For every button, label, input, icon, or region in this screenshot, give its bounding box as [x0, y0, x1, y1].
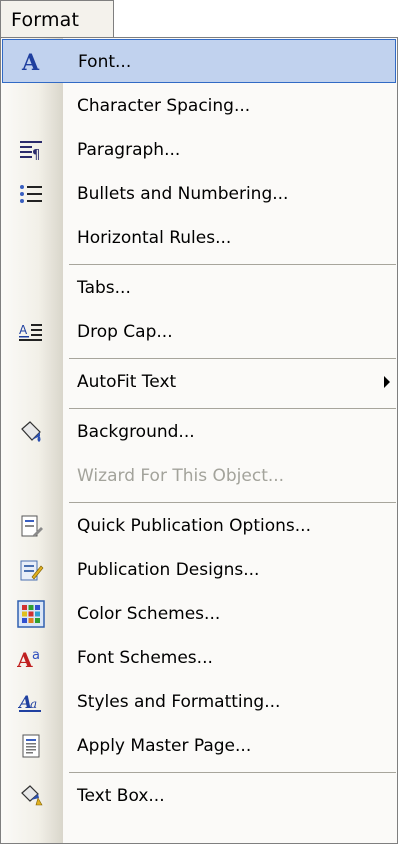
menu-item-label: Publication Designs...: [77, 560, 260, 580]
menu-separator: [69, 264, 396, 265]
menu-item-horizontal-rules[interactable]: Horizontal Rules...: [2, 216, 396, 260]
menu-item-character-spacing[interactable]: Character Spacing...: [2, 84, 396, 128]
paragraph-icon: ¶: [16, 136, 46, 164]
menu-item-label: Quick Publication Options...: [77, 516, 311, 536]
menu-item-font[interactable]: A Font...: [2, 39, 396, 83]
menu-item-label: Apply Master Page...: [77, 736, 252, 756]
svg-text:A: A: [21, 50, 40, 75]
menu-separator: [69, 772, 396, 773]
menu-separator: [69, 502, 396, 503]
publication-designs-icon: [16, 556, 46, 584]
submenu-arrow-icon: [384, 376, 390, 388]
color-grid-icon: [16, 600, 46, 628]
menu-separator: [69, 408, 396, 409]
menu-item-label: Wizard For This Object...: [77, 466, 285, 486]
menu-item-label: Font...: [78, 52, 132, 72]
svg-text:A: A: [19, 323, 28, 337]
svg-text:a: a: [32, 648, 40, 663]
menu-item-drop-cap[interactable]: A Drop Cap...: [2, 310, 396, 354]
svg-text:a: a: [30, 697, 37, 711]
menu-item-label: Tabs...: [77, 278, 131, 298]
format-menu-tab[interactable]: Format: [0, 0, 114, 38]
menu-item-color-schemes[interactable]: Color Schemes...: [2, 592, 396, 636]
menu-item-quick-publication-options[interactable]: Quick Publication Options...: [2, 504, 396, 548]
styles-icon: A a: [16, 688, 46, 716]
menu-separator: [69, 358, 396, 359]
screen: Format A Font... Character Spacing... ¶: [0, 0, 398, 844]
paint-bucket-icon: [16, 418, 46, 446]
menu-item-label: Drop Cap...: [77, 322, 173, 342]
menu-item-background[interactable]: Background...: [2, 410, 396, 454]
menu-item-styles-formatting[interactable]: A a Styles and Formatting...: [2, 680, 396, 724]
font-schemes-icon: A a: [16, 644, 46, 672]
publication-options-icon: [16, 512, 46, 540]
menu-item-label: Font Schemes...: [77, 648, 213, 668]
menu-item-label: Paragraph...: [77, 140, 181, 160]
font-icon: A: [17, 48, 47, 76]
svg-text:¶: ¶: [32, 148, 40, 162]
bullets-icon: [16, 180, 46, 208]
master-page-icon: [16, 732, 46, 760]
menu-item-tabs[interactable]: Tabs...: [2, 266, 396, 310]
menu-item-label: AutoFit Text: [77, 372, 177, 392]
menu-item-text-box[interactable]: Text Box...: [2, 774, 396, 818]
menu-item-label: Horizontal Rules...: [77, 228, 232, 248]
menu-item-autofit-text[interactable]: AutoFit Text: [2, 360, 396, 404]
menu-item-font-schemes[interactable]: A a Font Schemes...: [2, 636, 396, 680]
text-box-icon: [16, 782, 46, 810]
menu-item-bullets-numbering[interactable]: Bullets and Numbering...: [2, 172, 396, 216]
menu-item-label: Character Spacing...: [77, 96, 251, 116]
svg-text:A: A: [17, 648, 33, 671]
menu-item-label: Text Box...: [77, 786, 165, 806]
menu-item-label: Bullets and Numbering...: [77, 184, 289, 204]
menu-item-apply-master-page[interactable]: Apply Master Page...: [2, 724, 396, 768]
format-dropdown-menu: A Font... Character Spacing... ¶ Paragra…: [0, 37, 398, 844]
menu-item-label: Styles and Formatting...: [77, 692, 281, 712]
menu-item-wizard-disabled: Wizard For This Object...: [2, 454, 396, 498]
menu-item-label: Color Schemes...: [77, 604, 221, 624]
menu-item-label: Background...: [77, 422, 195, 442]
drop-cap-icon: A: [16, 318, 46, 346]
menu-item-paragraph[interactable]: ¶ Paragraph...: [2, 128, 396, 172]
format-menu-label: Format: [11, 9, 80, 31]
menu-item-publication-designs[interactable]: Publication Designs...: [2, 548, 396, 592]
